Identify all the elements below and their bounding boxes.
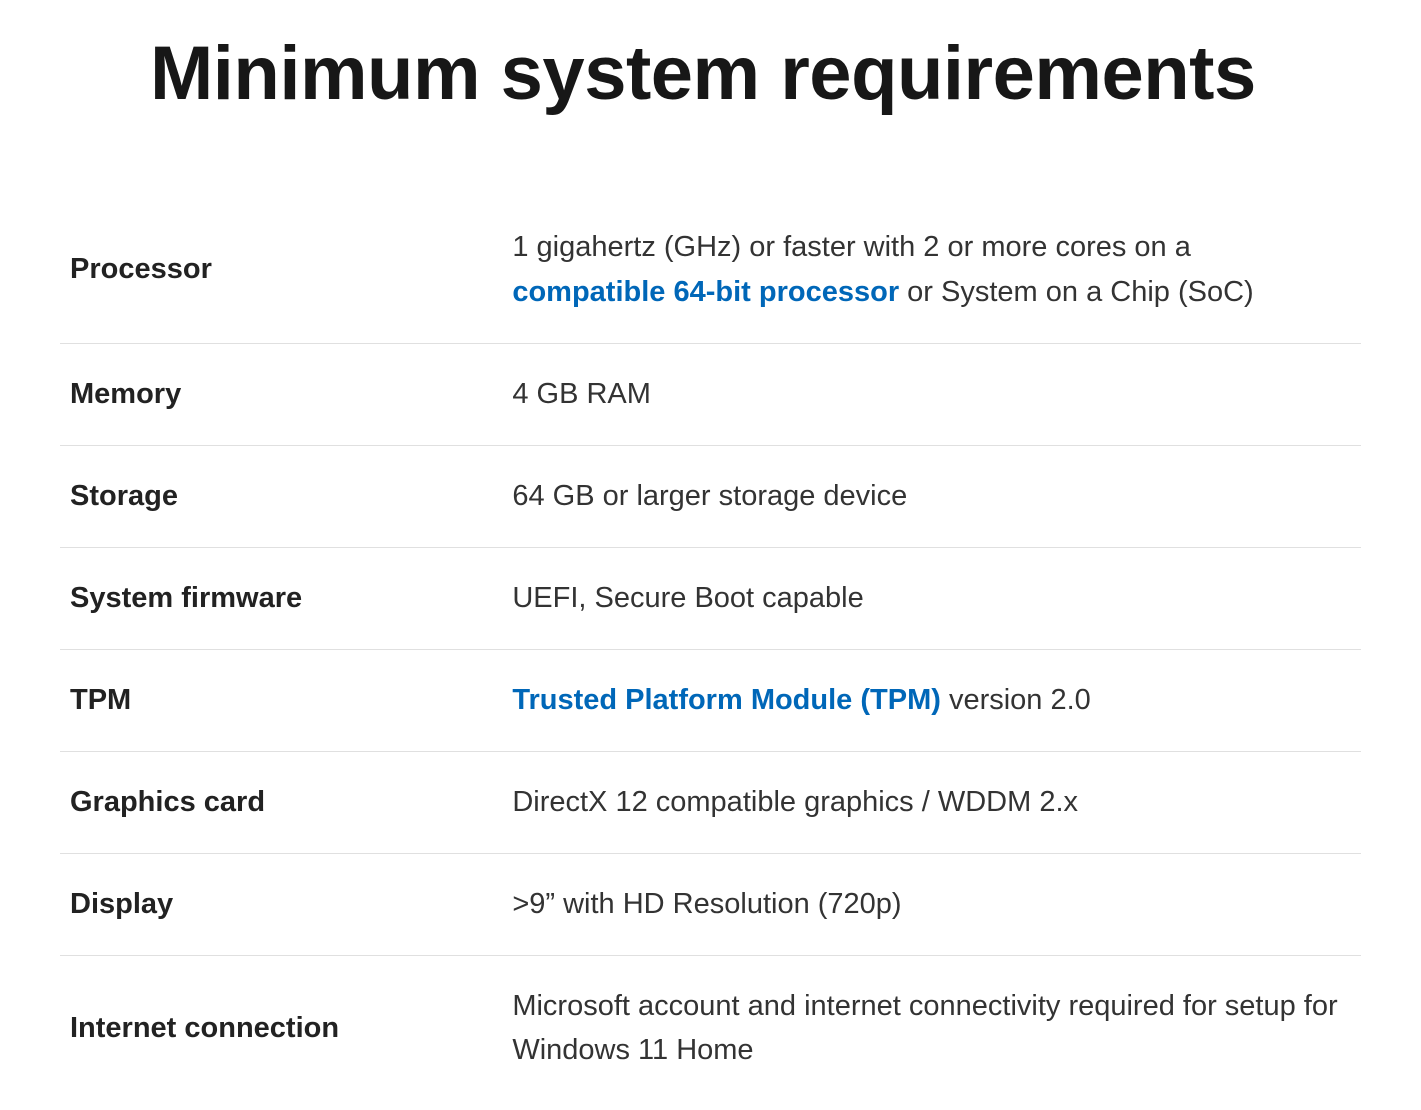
row-label: Display [60, 853, 502, 955]
table-row: System firmware UEFI, Secure Boot capabl… [60, 547, 1361, 649]
table-row: TPM Trusted Platform Module (TPM) versio… [60, 649, 1361, 751]
table-row: Display >9” with HD Resolution (720p) [60, 853, 1361, 955]
page-title: Minimum system requirements [60, 30, 1361, 117]
requirements-table: Processor 1 gigahertz (GHz) or faster wi… [60, 197, 1361, 1101]
value-text-post: version 2.0 [941, 684, 1091, 716]
row-label: Internet connection [60, 955, 502, 1101]
row-label: Memory [60, 343, 502, 445]
table-row: Processor 1 gigahertz (GHz) or faster wi… [60, 197, 1361, 343]
row-label: Storage [60, 445, 502, 547]
row-value: Trusted Platform Module (TPM) version 2.… [502, 649, 1361, 751]
row-value: DirectX 12 compatible graphics / WDDM 2.… [502, 751, 1361, 853]
row-value: 4 GB RAM [502, 343, 1361, 445]
row-value: >9” with HD Resolution (720p) [502, 853, 1361, 955]
value-text-pre: 1 gigahertz (GHz) or faster with 2 or mo… [512, 231, 1191, 263]
table-row: Storage 64 GB or larger storage device [60, 445, 1361, 547]
row-value: Microsoft account and internet connectiv… [502, 955, 1361, 1101]
value-text-post: or System on a Chip (SoC) [899, 276, 1254, 308]
table-row: Internet connection Microsoft account an… [60, 955, 1361, 1101]
compatible-processor-link[interactable]: compatible 64-bit processor [512, 276, 899, 308]
row-label: System firmware [60, 547, 502, 649]
row-value: UEFI, Secure Boot capable [502, 547, 1361, 649]
tpm-link[interactable]: Trusted Platform Module (TPM) [512, 684, 941, 716]
row-value: 64 GB or larger storage device [502, 445, 1361, 547]
table-row: Graphics card DirectX 12 compatible grap… [60, 751, 1361, 853]
table-row: Memory 4 GB RAM [60, 343, 1361, 445]
row-label: Graphics card [60, 751, 502, 853]
row-value: 1 gigahertz (GHz) or faster with 2 or mo… [502, 197, 1361, 343]
row-label: Processor [60, 197, 502, 343]
row-label: TPM [60, 649, 502, 751]
